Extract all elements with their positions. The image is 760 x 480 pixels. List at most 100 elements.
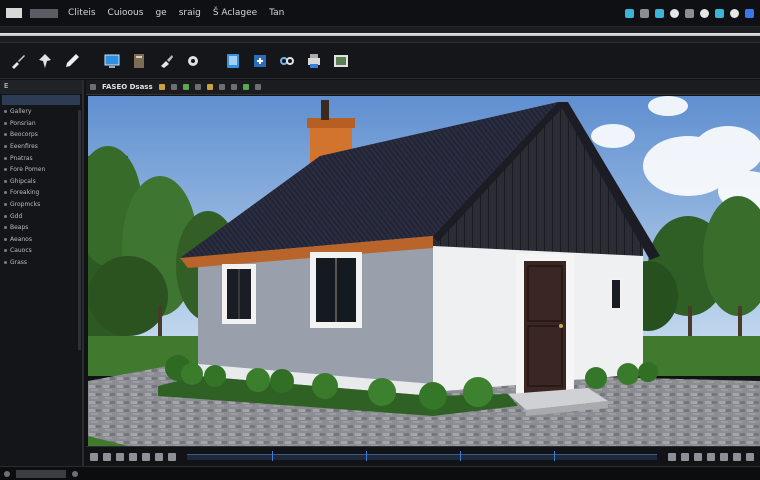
outliner-item-label: Gdd	[10, 212, 23, 220]
outliner-item-label: Ponsrian	[10, 119, 36, 127]
book-tool-icon[interactable]	[129, 51, 149, 71]
layer-icon[interactable]	[168, 452, 176, 461]
outliner-item-label: Beocorps	[10, 131, 38, 139]
3d-viewport[interactable]	[88, 96, 760, 446]
add-icon[interactable]	[733, 452, 741, 461]
prev-icon[interactable]	[103, 452, 111, 461]
outliner-item[interactable]: Gdd	[0, 210, 82, 222]
timeline-track[interactable]	[187, 450, 657, 461]
menu-item-3[interactable]: ge	[155, 8, 166, 18]
menubar-right-icons	[625, 8, 754, 18]
pen-tool-icon[interactable]	[62, 51, 82, 71]
outliner-item[interactable]: Pnatras	[0, 152, 82, 164]
bullet-icon	[4, 121, 7, 125]
folder-icon[interactable]	[707, 452, 715, 461]
key-icon[interactable]	[155, 452, 163, 461]
menu-item-1[interactable]: Cliteis	[68, 8, 96, 18]
brush-tool-icon[interactable]	[8, 51, 28, 71]
gear-tool-icon[interactable]	[183, 51, 203, 71]
bullet-icon	[4, 214, 7, 218]
outliner-item[interactable]: Aeanos	[0, 234, 82, 246]
menu-item-4[interactable]: sraig	[179, 8, 201, 18]
export-tool-icon[interactable]	[250, 51, 270, 71]
status-bar	[0, 466, 760, 480]
scene-outliner: E Gallery Ponsrian Beocorps Eeenfires Pnatra…	[0, 80, 84, 470]
outliner-item[interactable]: Cauocs	[0, 245, 82, 257]
next-icon[interactable]	[116, 452, 124, 461]
lock-icon[interactable]	[694, 452, 702, 461]
outliner-item-label: Ghipcals	[10, 177, 36, 185]
bullet-icon	[4, 237, 7, 241]
outliner-item[interactable]: Grass	[0, 257, 82, 269]
camera-view-icon[interactable]	[170, 84, 177, 90]
viewport-header: FASEO Dsass	[86, 80, 760, 95]
outliner-item-label: Pnatras	[10, 154, 33, 162]
eye-icon[interactable]	[681, 452, 689, 461]
app-logo	[6, 8, 22, 18]
outliner-item-label: Fore Pomen	[10, 166, 46, 174]
print-tool-icon[interactable]	[304, 51, 324, 71]
outliner-item[interactable]: Ponsrian	[0, 118, 82, 130]
grid-icon[interactable]	[194, 84, 201, 90]
outliner-scrollbar[interactable]	[78, 110, 81, 350]
close-icon[interactable]	[745, 8, 754, 18]
record-icon[interactable]	[129, 452, 137, 461]
outliner-item-label: Grass	[10, 259, 28, 267]
menu-item-5[interactable]: Š Aclagee	[213, 8, 257, 18]
bullet-icon	[4, 133, 7, 137]
info-icon[interactable]	[730, 8, 739, 18]
settings-icon[interactable]	[685, 8, 694, 18]
display-icon[interactable]	[254, 84, 261, 90]
outliner-item[interactable]: Beaps	[0, 222, 82, 234]
tablet-tool-icon[interactable]	[223, 51, 243, 71]
outliner-item[interactable]: Foreaking	[0, 187, 82, 199]
outliner-item[interactable]: Beocorps	[0, 129, 82, 141]
help-icon[interactable]	[670, 8, 679, 18]
status-mode-icon[interactable]	[72, 470, 78, 477]
trash-icon[interactable]	[720, 452, 728, 461]
bullet-icon	[4, 249, 7, 253]
loop-icon[interactable]	[142, 452, 150, 461]
outliner-item-label: Gallery	[10, 108, 32, 116]
panel-icon[interactable]	[625, 8, 634, 18]
outliner-item[interactable]: Gallery	[0, 106, 82, 118]
outliner-item[interactable]: Eeenfires	[0, 141, 82, 153]
link-tool-icon[interactable]	[277, 51, 297, 71]
menu-item-6[interactable]: Tan	[269, 8, 284, 18]
sculpt-tool-icon[interactable]	[35, 51, 55, 71]
outliner-selection[interactable]	[2, 95, 80, 105]
outliner-item-label: Beaps	[10, 224, 29, 232]
bullet-icon	[4, 145, 7, 149]
command-strip	[0, 27, 760, 43]
monitor-tool-icon[interactable]	[102, 51, 122, 71]
layers-icon[interactable]	[668, 452, 676, 461]
light-icon[interactable]	[158, 84, 165, 90]
outliner-item[interactable]: Gropmcks	[0, 199, 82, 211]
gizmo-icon[interactable]	[242, 84, 249, 90]
menu-bar: Cliteis Cuioous ge sraig Š Aclagee Tan	[0, 0, 760, 27]
viewport-menu-icon[interactable]	[90, 84, 96, 90]
zoom-icon[interactable]	[746, 452, 754, 461]
overlay-icon[interactable]	[230, 84, 237, 90]
refresh-icon[interactable]	[655, 8, 664, 18]
outliner-item[interactable]: Ghipcals	[0, 176, 82, 188]
house-render	[88, 96, 760, 446]
photo-tool-icon[interactable]	[331, 51, 351, 71]
outliner-item-label: Eeenfires	[10, 143, 38, 151]
paint-tool-icon[interactable]	[156, 51, 176, 71]
shading-icon[interactable]	[182, 84, 189, 90]
menu-item-2[interactable]: Cuioous	[108, 8, 144, 18]
bullet-icon	[4, 110, 7, 114]
snap-icon[interactable]	[206, 84, 213, 90]
bullet-icon	[4, 179, 7, 183]
camera-icon[interactable]	[715, 8, 724, 18]
main-toolbar	[0, 43, 760, 79]
bullet-icon	[4, 203, 7, 207]
play-icon[interactable]	[90, 452, 98, 461]
user-icon[interactable]	[700, 8, 709, 18]
app-title-blurred	[30, 8, 58, 18]
window-icon[interactable]	[640, 8, 649, 18]
outliner-item-label: Aeanos	[10, 235, 32, 243]
render-icon[interactable]	[218, 84, 225, 90]
outliner-item[interactable]: Fore Pomen	[0, 164, 82, 176]
